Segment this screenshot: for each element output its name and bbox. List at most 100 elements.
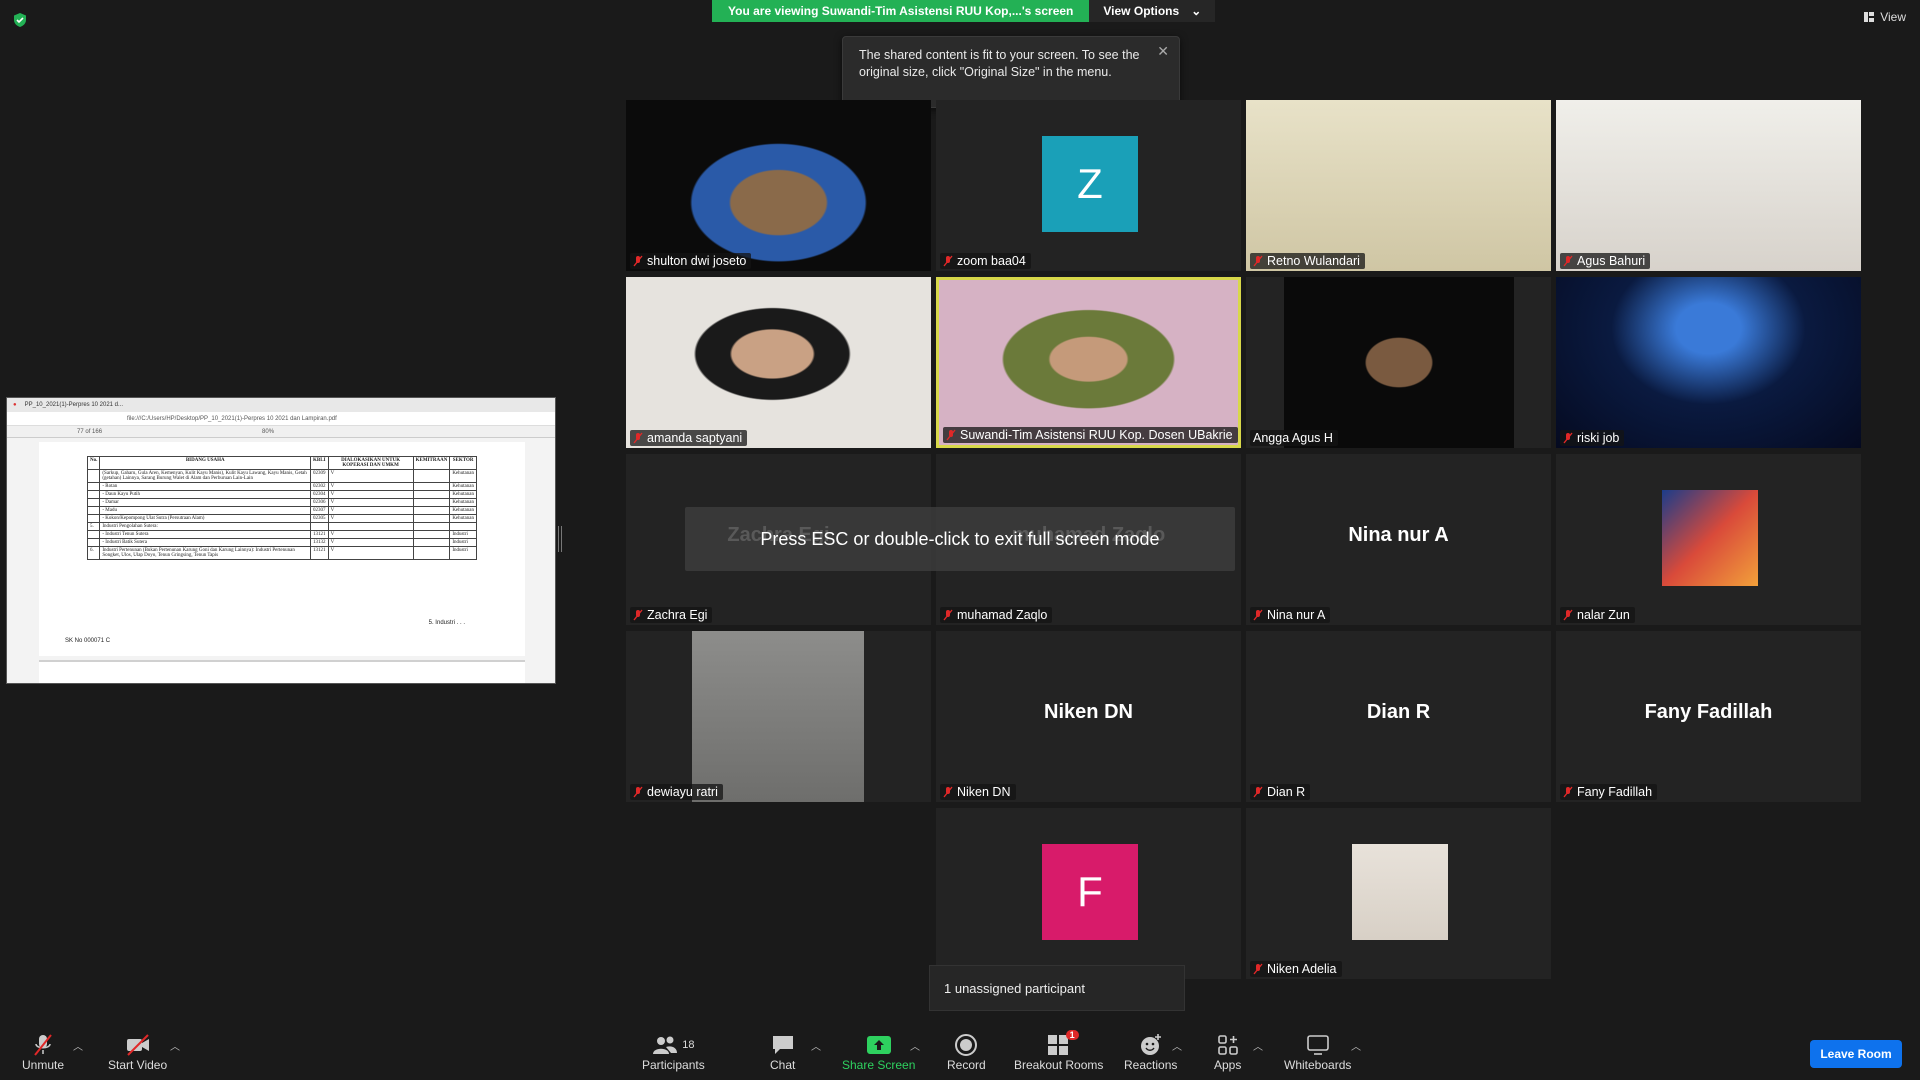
participant-name-text: muhamad Zaqlo [957, 608, 1048, 622]
close-icon[interactable]: ✕ [1157, 43, 1169, 60]
table-row: - Daun Kayu Putih 02304 V Kehutanan [86, 490, 477, 499]
chat-button[interactable]: Chat [770, 1032, 795, 1072]
browser-url: file:///C:/Users/HP/Desktop/PP_10_2021(1… [127, 415, 337, 422]
participant-tile[interactable]: F [936, 808, 1241, 979]
participant-name-label: Zachra Egi [630, 607, 713, 623]
table-cell: - Rotan [99, 482, 312, 491]
participant-video [1284, 277, 1514, 448]
table-cell [412, 546, 451, 560]
table-cell [412, 538, 451, 547]
participant-name-text: Niken DN [957, 785, 1011, 799]
table-cell [449, 522, 477, 531]
view-button[interactable]: View [1864, 10, 1906, 24]
apps-button[interactable]: Apps [1214, 1032, 1241, 1072]
whiteboards-options-caret-icon[interactable]: ︿ [1351, 1038, 1361, 1053]
split-view-handle[interactable] [558, 526, 562, 552]
participant-tile[interactable]: Suwandi-Tim Asistensi RUU Kop. Dosen UBa… [936, 277, 1241, 448]
participant-tile[interactable]: dewiayu ratri [626, 631, 931, 802]
table-cell [86, 538, 101, 547]
pdf-page-total: of 166 [85, 428, 103, 435]
participant-name-text: Agus Bahuri [1577, 254, 1646, 268]
participant-name-text: Suwandi-Tim Asistensi RUU Kop. Dosen UBa… [960, 428, 1233, 442]
sk-number-text: SK No 000071 C [65, 638, 111, 644]
mic-muted-icon [1563, 609, 1573, 621]
participant-tile[interactable]: riski job [1556, 277, 1861, 448]
browser-tab-bar: ● PP_10_2021(1)-Perpres 10 2021 d... [7, 398, 555, 412]
table-cell: 02309 [310, 469, 329, 483]
unassigned-participant-popup[interactable]: 1 unassigned participant [929, 965, 1185, 1011]
participants-button[interactable]: 18 Participants [642, 1032, 705, 1072]
table-cell [86, 490, 101, 499]
table-cell [86, 530, 101, 539]
table-header-cell: SEKTOR [449, 456, 477, 470]
participant-tile[interactable]: Fany Fadillah Fany Fadillah [1556, 631, 1861, 802]
table-cell: 02305 [310, 514, 329, 523]
participant-tile[interactable]: Angga Agus H [1246, 277, 1551, 448]
participants-count: 18 [682, 1039, 695, 1051]
participant-name-text: dewiayu ratri [647, 785, 718, 799]
view-options-button[interactable]: View Options ⌄ [1089, 0, 1216, 22]
reactions-options-caret-icon[interactable]: ︿ [1172, 1038, 1182, 1053]
table-cell: - Kokon/Kepompong Ulat Sutra (Persutraan… [99, 514, 312, 523]
table-cell: Industri Pertenunan (Bukan Pertenunan Ka… [99, 546, 312, 560]
video-options-caret-icon[interactable]: ︿ [170, 1038, 180, 1053]
participant-tile[interactable]: Zzoom baa04 [936, 100, 1241, 271]
table-cell [86, 482, 101, 491]
breakout-badge: 1 [1065, 1030, 1079, 1040]
screen-share-banner: You are viewing Suwandi-Tim Asistensi RU… [712, 0, 1216, 22]
viewing-screen-label: You are viewing Suwandi-Tim Asistensi RU… [712, 0, 1090, 22]
participant-tile[interactable]: Agus Bahuri [1556, 100, 1861, 271]
participant-name-label: riski job [1560, 430, 1625, 446]
table-cell: 02302 [310, 482, 329, 491]
participant-tile[interactable]: Niken Adelia [1246, 808, 1551, 979]
start-video-button[interactable]: Start Video [108, 1032, 167, 1072]
mic-muted-icon [943, 609, 953, 621]
mic-muted-icon [1563, 432, 1573, 444]
leave-room-button[interactable]: Leave Room [1810, 1040, 1902, 1068]
table-cell [86, 514, 101, 523]
whiteboards-button[interactable]: Whiteboards [1284, 1032, 1351, 1072]
participant-name-text: Niken Adelia [1267, 962, 1337, 976]
table-cell [412, 530, 451, 539]
security-shield-icon[interactable] [12, 12, 28, 28]
participant-name-label: nalar Zun [1560, 607, 1635, 623]
chat-icon [772, 1036, 793, 1054]
participant-display-name: Dian R [1366, 701, 1431, 723]
participant-tile[interactable]: Niken DN Niken DN [936, 631, 1241, 802]
grid-view-icon [1864, 12, 1875, 22]
share-options-caret-icon[interactable]: ︿ [910, 1038, 920, 1053]
table-cell: 02304 [310, 490, 329, 499]
participant-tile[interactable]: Retno Wulandari [1246, 100, 1551, 271]
table-cell: Industri [449, 530, 477, 539]
chat-options-caret-icon[interactable]: ︿ [811, 1038, 821, 1053]
table-cell [327, 522, 414, 531]
shared-screen-view[interactable]: ● PP_10_2021(1)-Perpres 10 2021 d... fil… [6, 397, 556, 684]
chat-label: Chat [770, 1058, 796, 1072]
table-cell: V [327, 469, 414, 483]
participant-name-label: amanda saptyani [630, 430, 748, 446]
table-cell [412, 522, 451, 531]
share-screen-button[interactable]: Share Screen [842, 1032, 915, 1072]
profile-picture [1352, 844, 1448, 940]
table-cell: (Sarkup, Gaharu, Gula Aren, Kemenyan, Ku… [99, 469, 312, 483]
unmute-label: Unmute [22, 1058, 65, 1072]
reactions-button[interactable]: Reactions [1124, 1032, 1177, 1072]
breakout-rooms-button[interactable]: 1 Breakout Rooms [1014, 1030, 1104, 1072]
participant-tile[interactable]: nalar Zun [1556, 454, 1861, 625]
unmute-button[interactable]: Unmute [22, 1032, 64, 1072]
participant-tile[interactable]: amanda saptyani [626, 277, 931, 448]
table-row: 6. Industri Pertenunan (Bukan Pertenunan … [86, 546, 477, 560]
mic-muted-icon [633, 432, 643, 444]
whiteboards-label: Whiteboards [1284, 1058, 1352, 1072]
apps-icon [1217, 1035, 1238, 1055]
apps-options-caret-icon[interactable]: ︿ [1253, 1038, 1263, 1053]
record-button[interactable]: Record [947, 1032, 986, 1072]
audio-options-caret-icon[interactable]: ︿ [73, 1038, 83, 1053]
share-screen-label: Share Screen [842, 1058, 916, 1072]
participant-tile[interactable]: Nina nur A Nina nur A [1246, 454, 1551, 625]
fullscreen-exit-hint: Press ESC or double-click to exit full s… [685, 507, 1235, 571]
participant-tile[interactable]: shulton dwi joseto [626, 100, 931, 271]
table-cell [412, 490, 451, 499]
participant-tile[interactable]: Dian R Dian R [1246, 631, 1551, 802]
breakout-rooms-label: Breakout Rooms [1014, 1058, 1104, 1072]
